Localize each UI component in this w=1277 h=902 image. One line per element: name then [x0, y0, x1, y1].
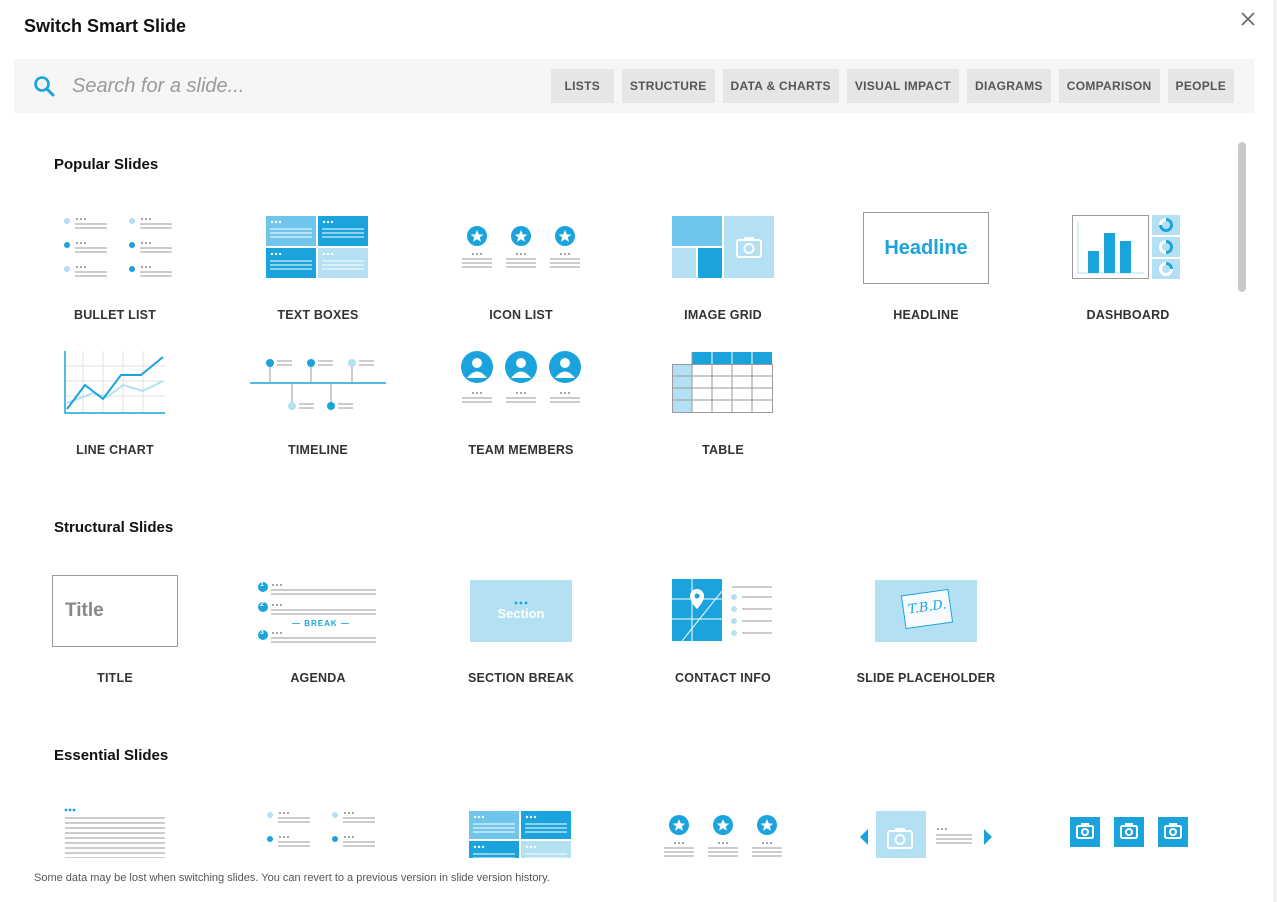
tile-dashboard[interactable]: DASHBOARD	[1048, 208, 1208, 322]
tile-icon-list[interactable]: ICON LIST	[441, 208, 601, 322]
title-thumbnail: Title	[35, 571, 195, 651]
tile-team-members[interactable]: TEAM MEMBERS	[441, 343, 601, 457]
tile-essential-3[interactable]	[441, 797, 601, 858]
tile-label: TABLE	[702, 443, 744, 457]
essential-photos-thumbnail	[1048, 797, 1208, 858]
section-title-popular: Popular Slides	[54, 156, 159, 173]
tile-line-chart[interactable]: LINE CHART	[35, 343, 195, 457]
tile-timeline[interactable]: TIMELINE	[238, 343, 398, 457]
tile-label: TITLE	[97, 671, 133, 685]
filter-comparison[interactable]: COMPARISON	[1058, 69, 1160, 103]
agenda-break-text: — BREAK —	[292, 619, 350, 628]
filter-people[interactable]: PEOPLE	[1167, 69, 1234, 103]
scrollbar[interactable]	[1238, 142, 1246, 292]
essential-icons-thumbnail	[643, 797, 803, 858]
tile-label: CONTACT INFO	[675, 671, 771, 685]
footer-note: Some data may be lost when switching sli…	[34, 872, 550, 884]
dots-icon	[514, 601, 528, 605]
tile-label: BULLET LIST	[73, 308, 157, 322]
tile-bullet-list[interactable]: BULLET LIST	[35, 208, 195, 322]
search-input[interactable]	[72, 71, 512, 101]
window-edge	[1273, 0, 1277, 902]
headline-thumbnail: Headline	[846, 208, 1006, 288]
tile-essential-5[interactable]	[846, 797, 1006, 858]
essential-carousel-thumbnail	[846, 797, 1006, 858]
team-members-thumbnail	[441, 343, 601, 423]
close-icon[interactable]	[1237, 8, 1259, 30]
agenda-number-2: 2	[260, 601, 264, 608]
modal-title: Switch Smart Slide	[24, 16, 187, 36]
arrow-left-icon	[860, 829, 868, 845]
tile-label: DASHBOARD	[1086, 308, 1170, 322]
filter-data-charts[interactable]: DATA & CHARTS	[722, 69, 839, 103]
tile-label: LINE CHART	[76, 443, 154, 457]
tile-contact-info[interactable]: CONTACT INFO	[643, 571, 803, 685]
tile-label: SLIDE PLACEHOLDER	[856, 671, 996, 685]
section-title-essential: Essential Slides	[54, 747, 169, 764]
tile-text-boxes[interactable]: TEXT BOXES	[238, 208, 398, 322]
person-icon	[461, 351, 581, 383]
title-thumb-text: Title	[65, 600, 104, 621]
tile-image-grid[interactable]: IMAGE GRID	[643, 208, 803, 322]
tile-label: TEXT BOXES	[277, 308, 359, 322]
text-boxes-thumbnail	[238, 208, 398, 288]
tile-agenda[interactable]: 1 2 3 — BREAK — AGENDA	[238, 571, 398, 685]
line-chart-thumbnail	[35, 343, 195, 423]
section-break-thumbnail: Section	[441, 571, 601, 651]
filter-structure[interactable]: STRUCTURE	[621, 69, 715, 103]
agenda-thumbnail: 1 2 3 — BREAK —	[238, 571, 398, 651]
tile-section-break[interactable]: Section SECTION BREAK	[441, 571, 601, 685]
agenda-number-3: 3	[260, 629, 264, 636]
tile-table[interactable]: TABLE	[643, 343, 803, 457]
filter-diagrams[interactable]: DIAGRAMS	[967, 69, 1051, 103]
tile-label: HEADLINE	[893, 308, 959, 322]
essential-boxes-thumbnail	[441, 797, 601, 858]
dashboard-thumbnail	[1048, 208, 1208, 288]
filter-lists[interactable]: LISTS	[550, 69, 614, 103]
search-bar: LISTS STRUCTURE DATA & CHARTS VISUAL IMP…	[14, 59, 1254, 113]
tile-label: SECTION BREAK	[467, 671, 575, 685]
section-thumb-text: Section	[497, 606, 545, 621]
tile-essential-1[interactable]	[35, 797, 195, 858]
icon-list-thumbnail	[441, 208, 601, 288]
tile-label: ICON LIST	[489, 308, 553, 322]
star-icon	[669, 815, 777, 835]
search-icon	[32, 74, 56, 98]
image-grid-thumbnail	[643, 208, 803, 288]
section-title-structural: Structural Slides	[54, 519, 174, 536]
tile-title[interactable]: Title TITLE	[35, 571, 195, 685]
filter-bar: LISTS STRUCTURE DATA & CHARTS VISUAL IMP…	[550, 69, 1234, 103]
tile-label: TEAM MEMBERS	[468, 443, 574, 457]
slide-gallery: Popular Slides BULLET LIST TEXT BOXES IC…	[14, 113, 1236, 858]
essential-text-thumbnail	[35, 797, 195, 858]
tile-label: TIMELINE	[288, 443, 348, 457]
star-icon	[467, 226, 575, 246]
arrow-right-icon	[984, 829, 992, 845]
tile-essential-4[interactable]	[643, 797, 803, 858]
tile-essential-6[interactable]	[1048, 797, 1208, 858]
timeline-thumbnail	[238, 343, 398, 423]
tile-headline[interactable]: Headline HEADLINE	[846, 208, 1006, 322]
table-thumbnail	[643, 343, 803, 423]
filter-visual-impact[interactable]: VISUAL IMPACT	[846, 69, 959, 103]
tile-essential-2[interactable]	[238, 797, 398, 858]
tile-label: AGENDA	[290, 671, 346, 685]
switch-smart-slide-modal: Switch Smart Slide LISTS STRUCTURE DATA …	[0, 0, 1277, 902]
contact-info-thumbnail	[643, 571, 803, 651]
tile-label: IMAGE GRID	[684, 308, 762, 322]
slide-placeholder-thumbnail: T.B.D.	[846, 571, 1006, 651]
tile-slide-placeholder[interactable]: T.B.D. SLIDE PLACEHOLDER	[846, 571, 1006, 685]
agenda-number-1: 1	[260, 581, 264, 588]
headline-thumb-text: Headline	[884, 236, 968, 259]
essential-bullets-thumbnail	[238, 797, 398, 858]
bullet-list-thumbnail	[35, 208, 195, 288]
